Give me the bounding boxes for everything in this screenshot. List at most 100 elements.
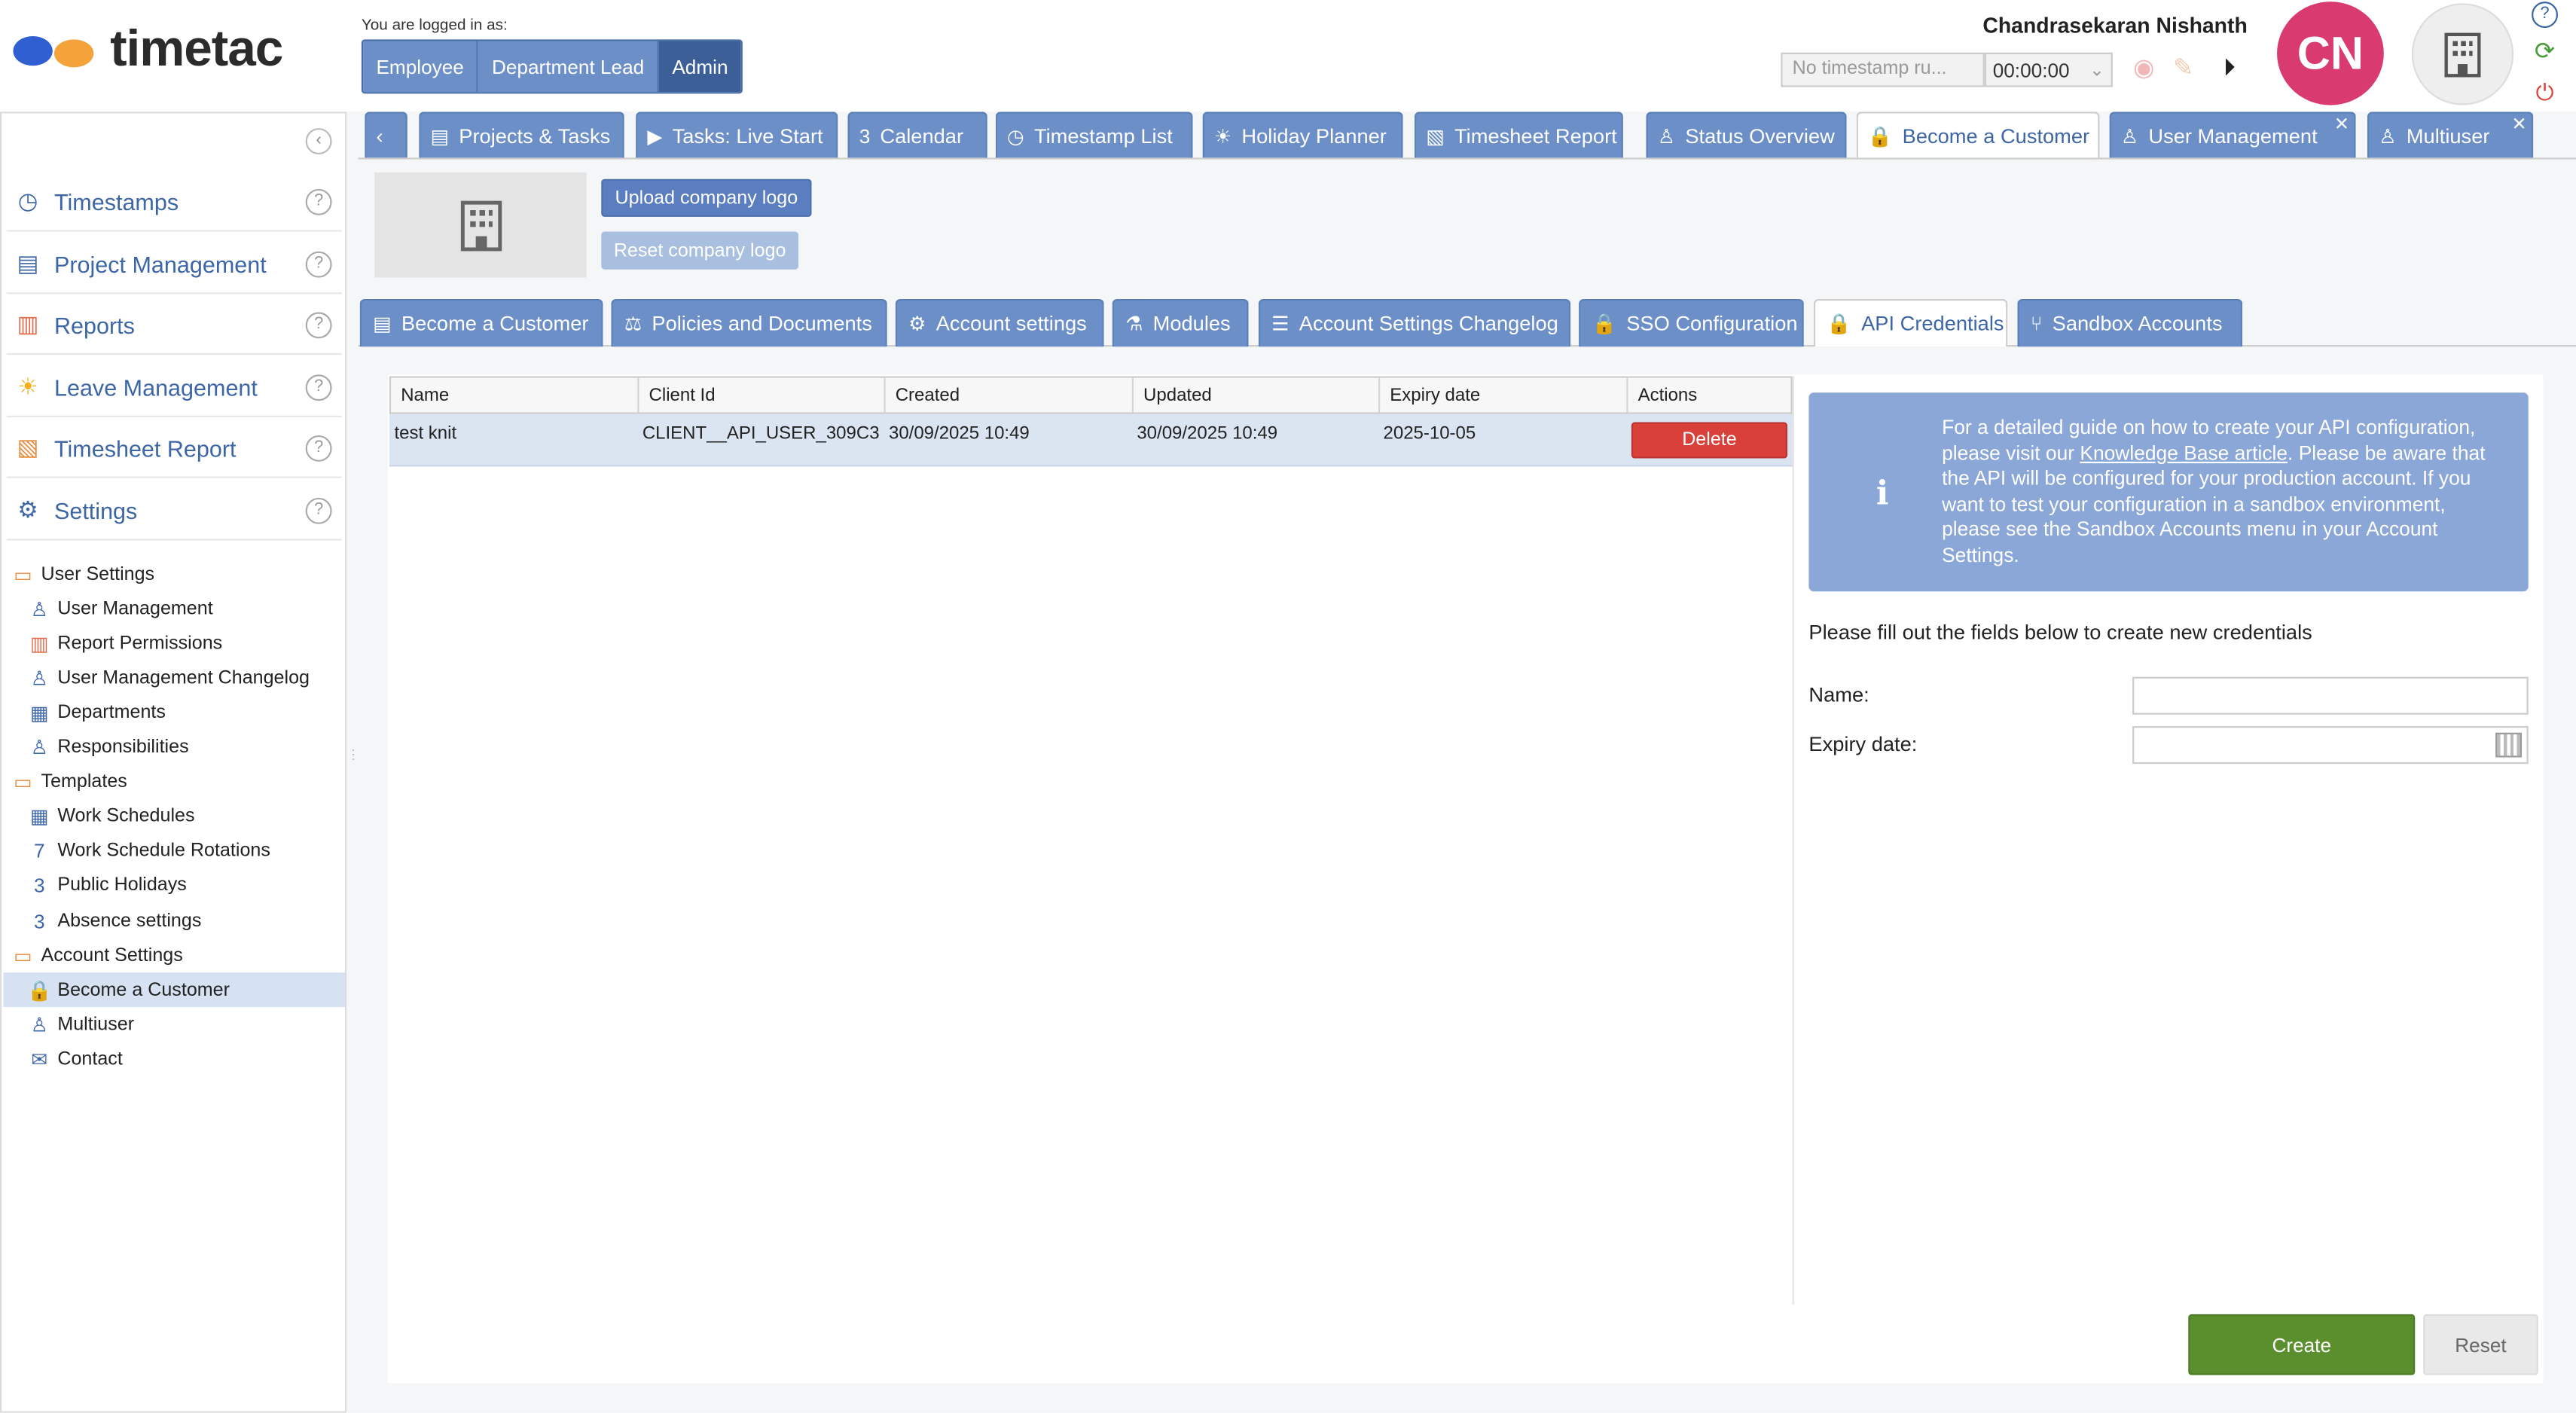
info-icon: i xyxy=(1876,473,1889,513)
tree-item-label: Public Holidays xyxy=(57,876,187,896)
power-icon[interactable]: ⏻ xyxy=(2532,79,2558,105)
logo-text[interactable]: timetac xyxy=(110,20,283,79)
subtab-sandbox-accounts[interactable]: ⑂ Sandbox Accounts xyxy=(2017,298,2243,347)
lock-icon: 🔒 xyxy=(1592,312,1617,335)
stop-icon[interactable]: ◉ xyxy=(2129,54,2159,84)
tab-holiday-planner[interactable]: ☀ Holiday Planner xyxy=(1202,111,1403,158)
tree-item-label: User Management Changelog xyxy=(57,668,310,688)
expiry-date-label: Expiry date: xyxy=(1808,732,1918,756)
column-header-client-id[interactable]: Client Id xyxy=(639,377,886,413)
user-status-icon: ♙ xyxy=(1657,124,1676,148)
module-timestamps[interactable]: ◷ Timestamps? xyxy=(6,172,342,232)
play-icon[interactable]: ⏵ xyxy=(2214,54,2244,84)
timestamp-selector[interactable]: No timestamp ru... xyxy=(1781,52,1985,87)
tree-item-label: Report Permissions xyxy=(57,633,223,654)
create-button[interactable]: Create xyxy=(2188,1314,2416,1375)
scale-icon: ⚖ xyxy=(624,312,642,335)
tree-item-work-schedules[interactable]: ▦ Work Schedules xyxy=(3,800,345,835)
tree-item-user-management[interactable]: ♙ User Management xyxy=(3,591,345,626)
subtab-policies-and-documents[interactable]: ⚖ Policies and Documents xyxy=(611,298,887,347)
tab-projects-tasks[interactable]: ▤ Projects & Tasks xyxy=(419,111,624,158)
help-icon[interactable]: ? xyxy=(305,188,332,215)
tree-item-multiuser[interactable]: ♙ Multiuser xyxy=(3,1008,345,1042)
tab-calendar[interactable]: 3 Calendar xyxy=(847,111,987,158)
timer-display[interactable]: 00:00:00 ⌄ xyxy=(1984,52,2113,87)
tree-item-public-holidays[interactable]: 3 Public Holidays xyxy=(3,869,345,904)
company-button[interactable] xyxy=(2411,3,2514,105)
form-intro: Please fill out the fields below to crea… xyxy=(1808,621,2312,644)
help-icon[interactable]: ? xyxy=(305,311,332,338)
column-header-expiry-date[interactable]: Expiry date xyxy=(1380,377,1628,413)
tree-item-work-schedule-rotations[interactable]: 7 Work Schedule Rotations xyxy=(3,835,345,869)
tree-item-user-management-changelog[interactable]: ♙ User Management Changelog xyxy=(3,661,345,695)
close-icon[interactable]: ✕ xyxy=(2511,113,2526,135)
role-admin-button[interactable]: Admin xyxy=(658,41,741,93)
tree-item-templates[interactable]: ▭ Templates xyxy=(3,765,345,800)
tree-item-account-settings[interactable]: ▭ Account Settings xyxy=(3,938,345,973)
module-settings[interactable]: ⚙ Settings? xyxy=(6,481,342,541)
tree-item-absence-settings[interactable]: 3 Absence settings xyxy=(3,904,345,938)
table-row[interactable]: test knit CLIENT__API_USER_309C3 30/09/2… xyxy=(389,414,1793,467)
form-icon: ▤ xyxy=(373,312,392,335)
column-header-updated[interactable]: Updated xyxy=(1134,377,1381,413)
help-icon[interactable]: ? xyxy=(305,434,332,461)
help-icon[interactable]: ? xyxy=(2532,2,2559,29)
column-header-name[interactable]: Name xyxy=(391,377,639,413)
knowledge-base-link[interactable]: Knowledge Base article xyxy=(2080,441,2288,465)
column-header-created[interactable]: Created xyxy=(886,377,1134,413)
departments-icon: ▦ xyxy=(29,701,49,725)
subtab-sso-configuration[interactable]: 🔒 SSO Configuration xyxy=(1579,298,1804,347)
tree-item-label: Responsibilities xyxy=(57,737,189,758)
calendar-icon[interactable] xyxy=(2495,732,2523,758)
lock-icon: 🔒 xyxy=(1867,124,1893,148)
tree-item-responsibilities[interactable]: ♙ Responsibilities xyxy=(3,731,345,765)
edit-icon[interactable]: ✎ xyxy=(2169,54,2198,84)
tabs-scroll-left-button[interactable]: ‹ xyxy=(365,111,407,158)
tab-multiuser[interactable]: ♙ Multiuser ✕ xyxy=(2367,111,2534,158)
tab-tasks-live-start[interactable]: ▶ Tasks: Live Start xyxy=(636,111,838,158)
tree-item-user-settings[interactable]: ▭ User Settings xyxy=(3,557,345,591)
building-icon xyxy=(2444,32,2481,78)
reset-company-logo-button[interactable]: Reset company logo xyxy=(601,231,799,270)
tree-item-report-permissions[interactable]: ▥ Report Permissions xyxy=(3,626,345,661)
help-icon[interactable]: ? xyxy=(305,374,332,401)
subtab-become-a-customer[interactable]: ▤ Become a Customer xyxy=(359,298,603,347)
module-leave-management[interactable]: ☀ Leave Management? xyxy=(6,358,342,418)
tree-item-contact[interactable]: ✉ Contact xyxy=(3,1042,345,1077)
tab-timestamp-list[interactable]: ◷ Timestamp List xyxy=(995,111,1193,158)
multiuser-icon: ♙ xyxy=(30,1013,49,1036)
module-label: Reports xyxy=(53,311,135,338)
tree-item-become-a-customer[interactable]: 🔒 Become a Customer xyxy=(3,972,346,1008)
module-project-management[interactable]: ▤ Project Management? xyxy=(6,235,342,295)
expiry-date-input[interactable] xyxy=(2132,726,2529,764)
tree-item-label: User Management xyxy=(57,599,213,619)
subtab-account-settings[interactable]: ⚙ Account settings xyxy=(895,298,1104,347)
tab-status-overview[interactable]: ♙ Status Overview xyxy=(1646,111,1847,158)
chevron-down-icon[interactable]: ⌄ xyxy=(2089,60,2104,81)
tree-item-label: Account Settings xyxy=(41,945,183,966)
subtab-api-credentials[interactable]: 🔒 API Credentials xyxy=(1813,298,2008,347)
collapse-sidebar-icon[interactable]: ‹ xyxy=(305,128,332,155)
tab-become-a-customer[interactable]: 🔒 Become a Customer xyxy=(1856,111,2100,158)
role-employee-button[interactable]: Employee xyxy=(363,41,479,93)
refresh-icon[interactable]: ⟳ xyxy=(2532,38,2558,66)
branch-icon: ⑂ xyxy=(2030,312,2043,335)
name-input[interactable] xyxy=(2132,676,2529,715)
delete-button[interactable]: Delete xyxy=(1631,422,1788,459)
subtab-account-settings-changelog[interactable]: ☰ Account Settings Changelog xyxy=(1258,298,1571,347)
help-icon[interactable]: ? xyxy=(305,250,332,277)
splitter-handle[interactable]: ⋮ xyxy=(346,747,359,771)
tree-item-departments[interactable]: ▦ Departments xyxy=(3,695,345,730)
subtab-modules[interactable]: ⚗ Modules xyxy=(1112,298,1249,347)
role-department-lead-button[interactable]: Department Lead xyxy=(478,41,659,93)
tab-timesheet-report[interactable]: ▧ Timesheet Report xyxy=(1414,111,1623,158)
close-icon[interactable]: ✕ xyxy=(2334,113,2349,135)
tab-user-management[interactable]: ♙ User Management ✕ xyxy=(2109,111,2356,158)
avatar[interactable]: CN xyxy=(2277,2,2384,105)
upload-company-logo-button[interactable]: Upload company logo xyxy=(601,179,812,217)
clipboard-icon: ▤ xyxy=(17,249,39,276)
reset-button[interactable]: Reset xyxy=(2423,1314,2538,1375)
help-icon[interactable]: ? xyxy=(305,496,332,523)
module-timesheet-report[interactable]: ▧ Timesheet Report? xyxy=(6,419,342,478)
module-reports[interactable]: ▥ Reports? xyxy=(6,296,342,356)
